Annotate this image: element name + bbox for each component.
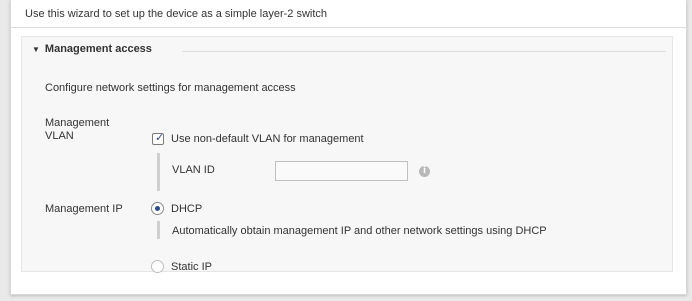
wizard-panel: Use this wizard to set up the device as … bbox=[10, 0, 687, 295]
info-icon[interactable]: i bbox=[419, 166, 430, 177]
section-description: Configure network settings for managemen… bbox=[45, 82, 296, 94]
vlan-indent-bar bbox=[157, 153, 160, 191]
non-default-vlan-checkbox[interactable]: ✓ bbox=[152, 132, 165, 145]
management-vlan-label: Management VLAN bbox=[45, 117, 109, 143]
static-ip-radio[interactable] bbox=[151, 260, 164, 273]
divider bbox=[11, 27, 686, 28]
dhcp-help-text: Automatically obtain management IP and o… bbox=[172, 225, 547, 237]
vlan-id-label: VLAN ID bbox=[172, 164, 215, 176]
management-vlan-label-line1: Management bbox=[45, 117, 110, 129]
section-toggle[interactable]: ▼ Management access bbox=[32, 43, 152, 55]
section-title: Management access bbox=[44, 43, 152, 55]
wizard-intro-text: Use this wizard to set up the device as … bbox=[25, 8, 328, 20]
legend-divider bbox=[182, 51, 666, 52]
dhcp-radio[interactable] bbox=[151, 202, 164, 215]
caret-down-icon: ▼ bbox=[32, 44, 40, 54]
dhcp-label[interactable]: DHCP bbox=[171, 203, 202, 216]
static-ip-label[interactable]: Static IP bbox=[171, 261, 212, 274]
management-ip-label: Management IP bbox=[45, 203, 123, 215]
management-vlan-label-line2: VLAN bbox=[45, 130, 74, 142]
radio-selected-dot bbox=[155, 206, 160, 211]
management-access-section: ▼ Management access Configure network se… bbox=[21, 36, 673, 274]
non-default-vlan-label[interactable]: Use non-default VLAN for management bbox=[171, 133, 364, 146]
dhcp-indent-bar bbox=[157, 221, 160, 239]
vlan-id-input[interactable] bbox=[275, 161, 408, 181]
checkmark-icon: ✓ bbox=[155, 132, 165, 144]
